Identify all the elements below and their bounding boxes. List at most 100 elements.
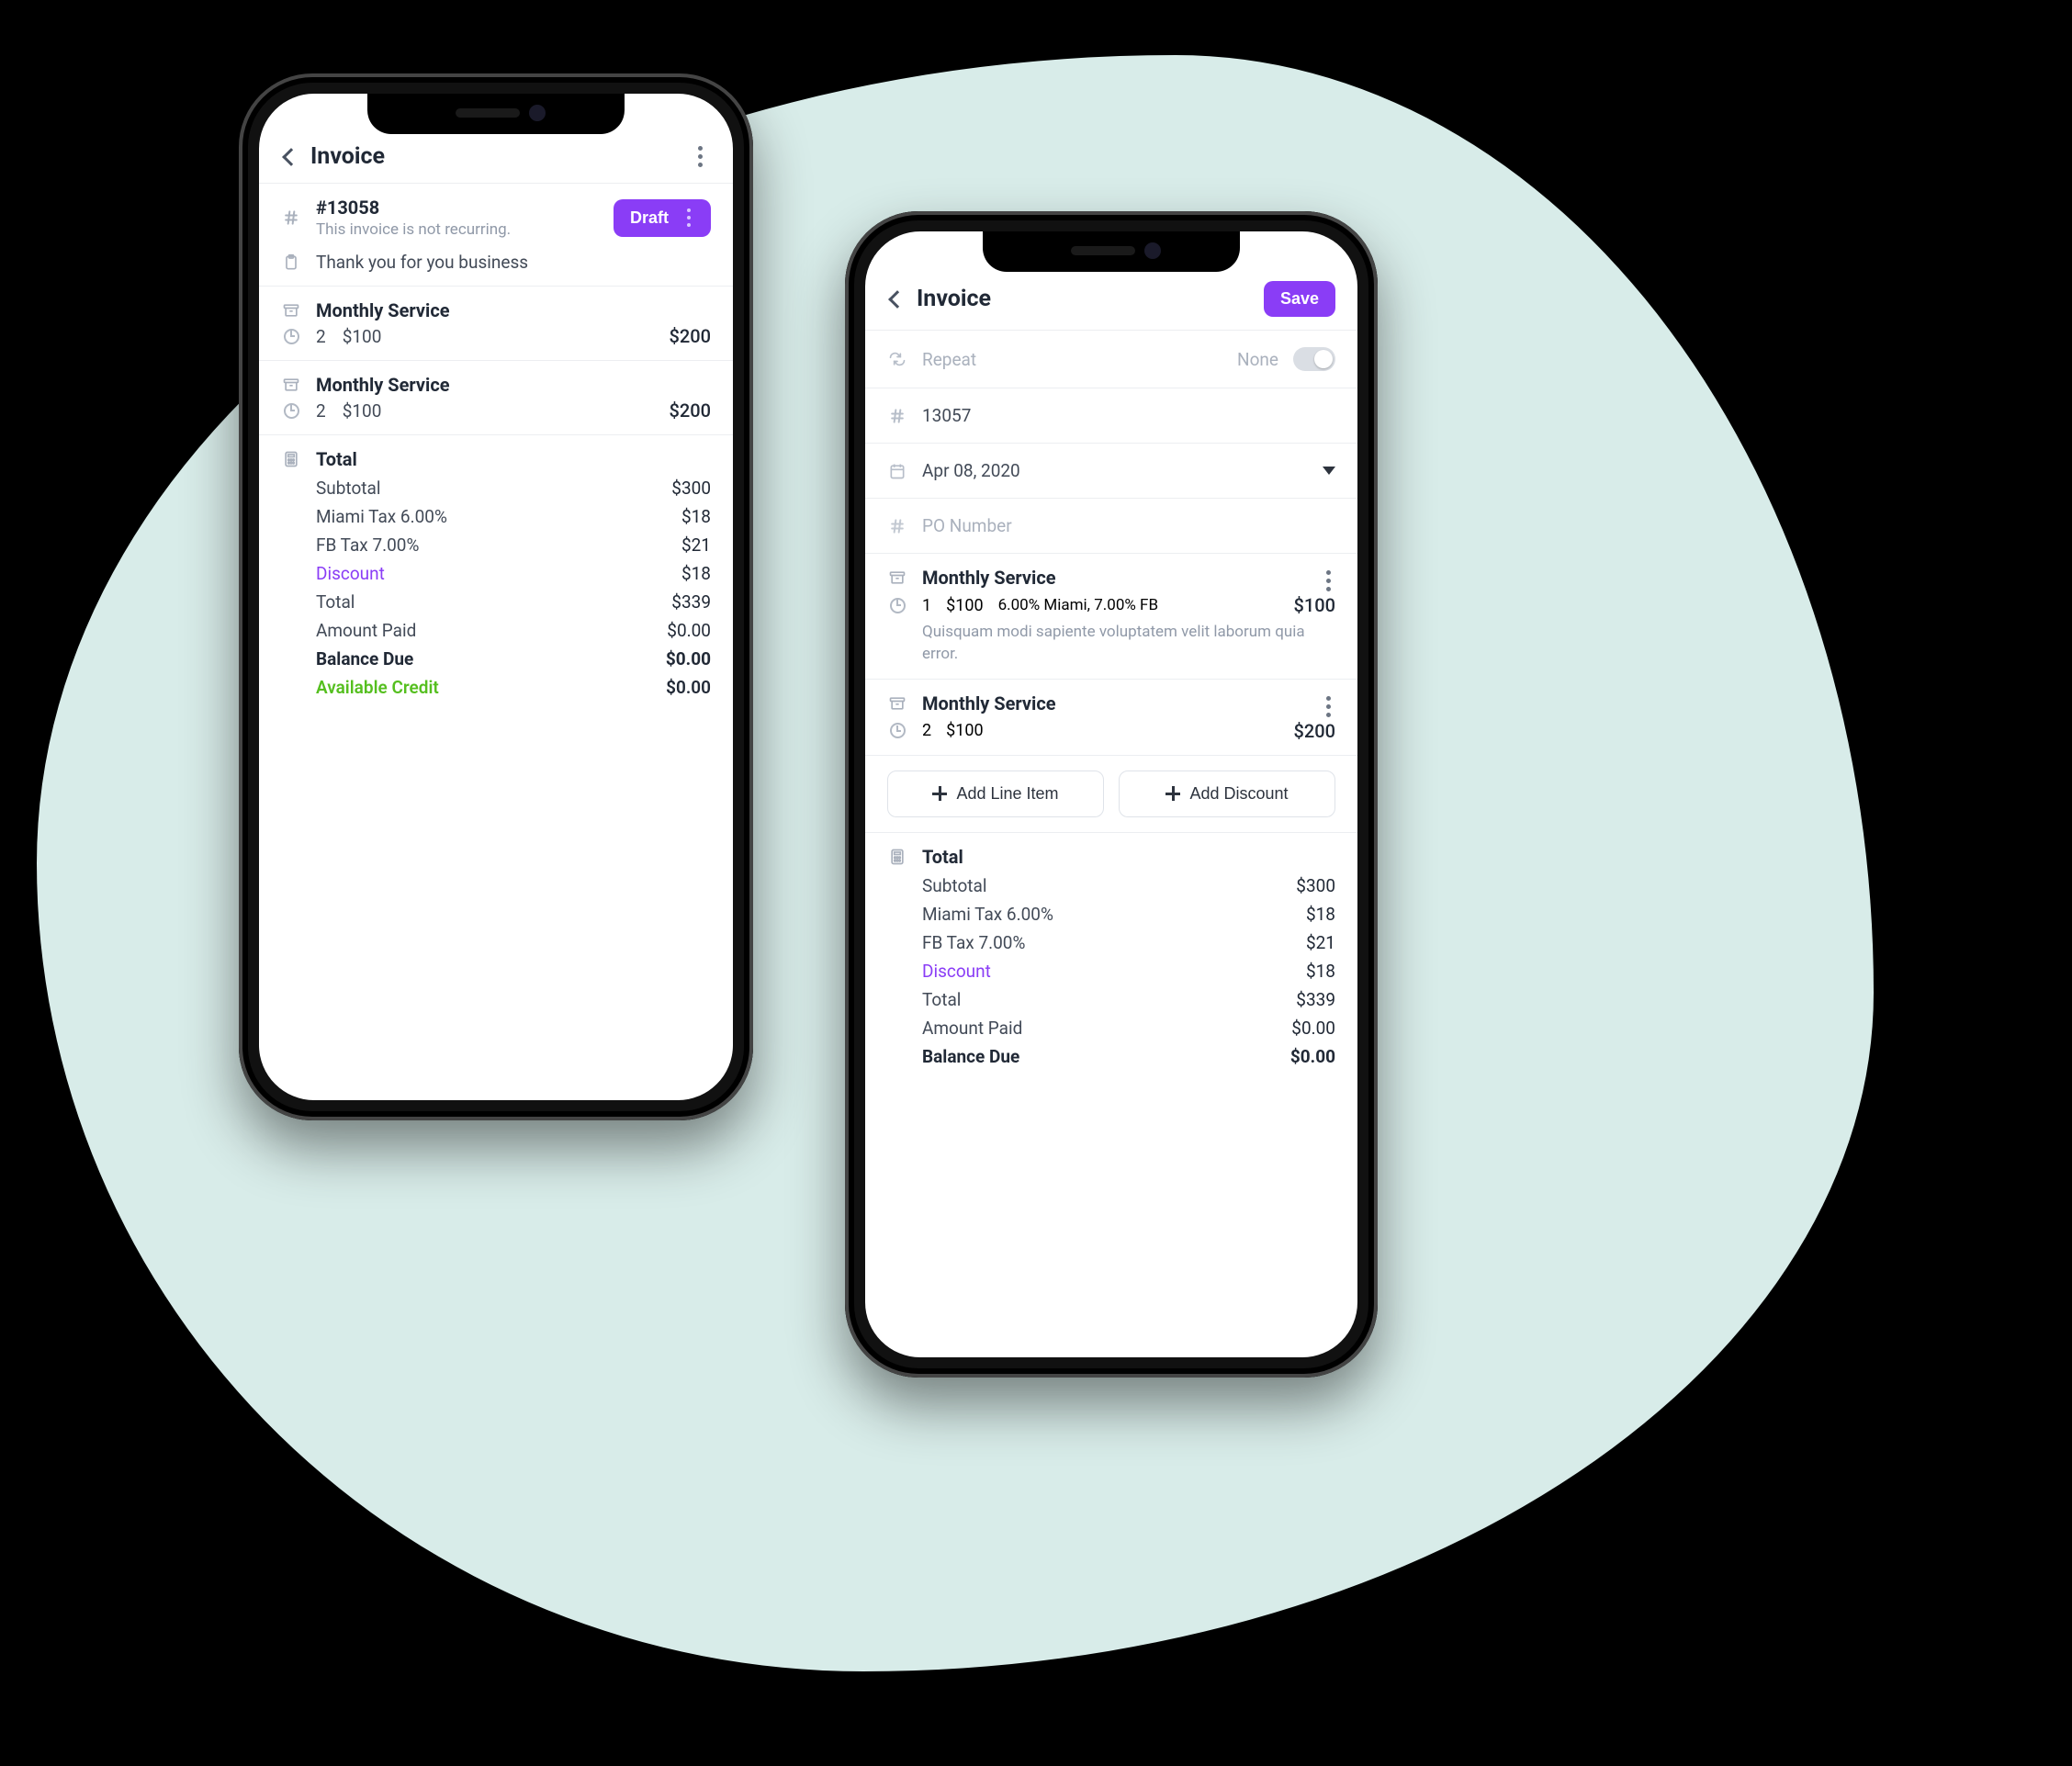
po-number-row[interactable]: PO Number [865, 499, 1357, 554]
save-button[interactable]: Save [1264, 281, 1335, 317]
clock-icon [890, 723, 906, 738]
item-qty: 2 [316, 326, 326, 347]
total-value: $339 [671, 591, 711, 613]
totals-heading: Total [922, 846, 1335, 868]
add-buttons-row: Add Line Item Add Discount [865, 756, 1357, 833]
item-more-icon[interactable] [1317, 570, 1339, 591]
totals-grid: Subtotal$300 Miami Tax 6.00%$18 FB Tax 7… [865, 868, 1357, 1087]
page-title: Invoice [917, 286, 1251, 312]
paid-label: Amount Paid [922, 1018, 1022, 1039]
total-label: Total [316, 591, 355, 613]
repeat-label: Repeat [922, 349, 1222, 370]
subtotal-label: Subtotal [922, 875, 986, 896]
tax2-label: FB Tax 7.00% [316, 534, 419, 556]
archive-icon [281, 301, 301, 320]
tax2-value: $21 [1306, 932, 1335, 953]
calendar-icon [887, 462, 907, 480]
invoice-header-row: #13058 This invoice is not recurring. Dr… [259, 184, 733, 252]
invoice-date-row[interactable]: Apr 08, 2020 [865, 444, 1357, 499]
balance-value: $0.00 [1290, 1046, 1335, 1067]
credit-value: $0.00 [666, 677, 711, 698]
invoice-number-row[interactable]: 13057 [865, 388, 1357, 444]
phone-right: Invoice Save Repeat None 13057 Apr 08, 2… [845, 211, 1378, 1378]
invoice-number: #13058 [316, 197, 599, 219]
hash-icon [281, 208, 301, 227]
tax1-label: Miami Tax 6.00% [316, 506, 447, 527]
invoice-number-value: 13057 [922, 405, 1335, 426]
discount-value: $18 [1306, 961, 1335, 982]
page-title: Invoice [310, 143, 676, 170]
discount-label[interactable]: Discount [922, 961, 991, 982]
clock-icon [284, 329, 299, 344]
item-qty: 2 [922, 721, 931, 740]
repeat-toggle[interactable] [1293, 347, 1335, 371]
invoice-date-value: Apr 08, 2020 [922, 460, 1308, 481]
item-tax-summary: 6.00% Miami, 7.00% FB [998, 596, 1158, 614]
repeat-value: None [1237, 349, 1278, 370]
tax1-value: $18 [1306, 904, 1335, 925]
totals-grid: Subtotal $300 Miami Tax 6.00% $18 FB Tax 7… [259, 470, 733, 718]
balance-label: Balance Due [922, 1046, 1019, 1067]
item-price: $100 [946, 721, 983, 740]
invoice-recurring-note: This invoice is not recurring. [316, 220, 599, 239]
add-discount-label: Add Discount [1189, 784, 1288, 804]
clipboard-icon [281, 253, 301, 272]
line-item: Monthly Service [259, 287, 733, 325]
tax1-value: $18 [681, 506, 711, 527]
item-amount: $100 [1294, 594, 1335, 616]
subtotal-value: $300 [671, 478, 711, 499]
item-more-icon[interactable] [1317, 696, 1339, 717]
totals-heading-row: Total [865, 833, 1357, 868]
item-amount: $200 [670, 325, 711, 347]
discount-value: $18 [681, 563, 711, 584]
line-item[interactable]: Monthly Service 1 $100 6.00% Miami, 7.00… [865, 554, 1357, 680]
totals-heading: Total [316, 448, 711, 470]
back-icon[interactable] [888, 290, 906, 309]
item-name: Monthly Service [316, 374, 711, 396]
item-name: Monthly Service [316, 299, 711, 321]
po-number-placeholder: PO Number [922, 515, 1335, 536]
calculator-icon [887, 848, 907, 866]
archive-icon [887, 694, 907, 713]
plus-icon [932, 786, 947, 801]
clock-icon [284, 403, 299, 419]
device-notch [983, 231, 1240, 272]
totals-heading-row: Total [259, 435, 733, 470]
item-qty: 1 [922, 596, 931, 615]
balance-label: Balance Due [316, 648, 413, 669]
credit-label: Available Credit [316, 677, 439, 698]
device-notch [367, 94, 625, 134]
tax2-value: $21 [681, 534, 711, 556]
paid-label: Amount Paid [316, 620, 416, 641]
calculator-icon [281, 450, 301, 468]
repeat-icon [887, 350, 907, 368]
add-line-item-button[interactable]: Add Line Item [887, 771, 1104, 817]
repeat-row[interactable]: Repeat None [865, 331, 1357, 388]
paid-value: $0.00 [667, 620, 711, 641]
tax1-label: Miami Tax 6.00% [922, 904, 1053, 925]
item-name: Monthly Service [922, 567, 1335, 589]
status-draft-button[interactable]: Draft [614, 199, 711, 237]
more-icon[interactable] [689, 146, 711, 167]
total-value: $339 [1296, 989, 1335, 1010]
item-name: Monthly Service [922, 692, 1335, 714]
status-more-icon [678, 208, 700, 227]
discount-label[interactable]: Discount [316, 563, 385, 584]
plus-icon [1166, 786, 1180, 801]
item-amount: $200 [1294, 720, 1335, 742]
add-line-item-label: Add Line Item [956, 784, 1058, 804]
line-item[interactable]: Monthly Service 2 $100 $200 [865, 680, 1357, 756]
status-label: Draft [630, 208, 669, 228]
add-discount-button[interactable]: Add Discount [1119, 771, 1335, 817]
back-icon[interactable] [282, 148, 300, 166]
item-amount: $200 [670, 399, 711, 422]
item-price: $100 [946, 596, 983, 615]
archive-icon [281, 376, 301, 394]
phone-left: Invoice #13058 This invoice is not recur… [239, 73, 753, 1120]
line-item: Monthly Service [259, 361, 733, 399]
subtotal-label: Subtotal [316, 478, 380, 499]
tax2-label: FB Tax 7.00% [922, 932, 1025, 953]
item-price: $100 [343, 400, 382, 422]
paid-value: $0.00 [1291, 1018, 1335, 1039]
total-label: Total [922, 989, 961, 1010]
